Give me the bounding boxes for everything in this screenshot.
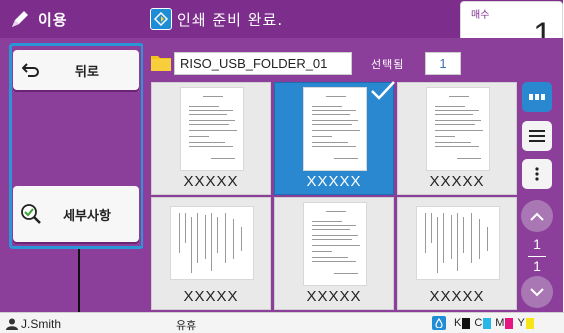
scroll-down-button[interactable] bbox=[521, 276, 553, 308]
list-view-button[interactable] bbox=[522, 121, 552, 151]
document-preview bbox=[416, 206, 500, 280]
file-thumbnail[interactable]: XXXXX bbox=[397, 82, 517, 195]
document-preview bbox=[180, 87, 244, 171]
user-name: J.Smith bbox=[21, 317, 62, 331]
vertical-dots-icon bbox=[535, 167, 539, 181]
user-indicator[interactable]: J.Smith bbox=[6, 317, 61, 331]
document-preview bbox=[303, 87, 367, 171]
ink-level-y: Y bbox=[517, 317, 534, 329]
file-name-label: XXXXX bbox=[306, 173, 362, 190]
mode-title: 이용 bbox=[38, 10, 68, 29]
ink-swatch bbox=[525, 317, 534, 329]
ink-label: K bbox=[454, 317, 462, 329]
file-thumbnail[interactable]: XXXXX bbox=[397, 197, 517, 310]
callout-frame bbox=[9, 43, 144, 249]
checkmark-icon bbox=[371, 81, 395, 100]
folder-name-field[interactable]: RISO_USB_FOLDER_01 bbox=[174, 52, 352, 75]
list-view-icon bbox=[529, 130, 545, 142]
chevron-up-icon bbox=[530, 212, 544, 221]
ink-level-c: C bbox=[474, 317, 492, 329]
ink-level-m: M bbox=[495, 317, 514, 329]
print-app-screen: 이용 뒤로 세부사항 인쇄 준비 완료. 매수 1 RISO_USB_FOLDE… bbox=[0, 0, 564, 333]
ink-label: M bbox=[495, 317, 505, 329]
selected-count: 1 bbox=[425, 52, 461, 75]
pen-icon bbox=[12, 11, 28, 27]
status-bar: J.Smith 유휴 KCMY bbox=[0, 312, 564, 333]
page-current: 1 bbox=[533, 236, 541, 252]
file-name-label: XXXXX bbox=[429, 173, 485, 190]
ready-status-icon bbox=[150, 8, 172, 30]
ink-swatch bbox=[483, 317, 492, 329]
file-name-label: XXXXX bbox=[429, 288, 485, 305]
ink-levels: KCMY bbox=[432, 316, 534, 330]
more-options-button[interactable] bbox=[522, 159, 552, 189]
file-thumbnail[interactable]: XXXXX bbox=[274, 81, 395, 195]
chevron-down-icon bbox=[530, 287, 544, 296]
copies-label: 매수 bbox=[471, 10, 490, 21]
document-preview bbox=[170, 206, 254, 280]
scroll-up-button[interactable] bbox=[521, 200, 553, 232]
document-preview bbox=[303, 202, 367, 286]
file-thumbnail[interactable]: XXXXX bbox=[151, 197, 271, 310]
ink-level-k: K bbox=[454, 317, 471, 329]
file-name-label: XXXXX bbox=[306, 288, 362, 305]
file-thumbnail[interactable]: XXXXX bbox=[274, 197, 394, 310]
pager-divider bbox=[528, 256, 546, 257]
file-name-label: XXXXX bbox=[183, 288, 239, 305]
machine-status: 유휴 bbox=[176, 319, 197, 332]
status-message: 인쇄 준비 완료. bbox=[177, 11, 284, 29]
file-name-label: XXXXX bbox=[183, 173, 239, 190]
document-preview bbox=[426, 87, 490, 171]
ink-drop-icon bbox=[432, 316, 446, 330]
ink-label: C bbox=[474, 317, 483, 329]
selected-label: 선택됨 bbox=[371, 58, 405, 71]
ink-swatch bbox=[462, 317, 471, 329]
user-icon bbox=[6, 318, 18, 330]
file-thumbnail[interactable]: XXXXX bbox=[151, 82, 271, 195]
page-total: 1 bbox=[533, 258, 541, 274]
ink-label: Y bbox=[517, 317, 525, 329]
thumbnail-view-button[interactable] bbox=[522, 82, 552, 112]
thumbnail-view-icon bbox=[529, 94, 545, 100]
ink-swatch bbox=[505, 317, 514, 329]
ink-list: KCMY bbox=[454, 317, 534, 329]
mode-header: 이용 bbox=[0, 0, 143, 38]
folder-icon bbox=[151, 56, 171, 71]
